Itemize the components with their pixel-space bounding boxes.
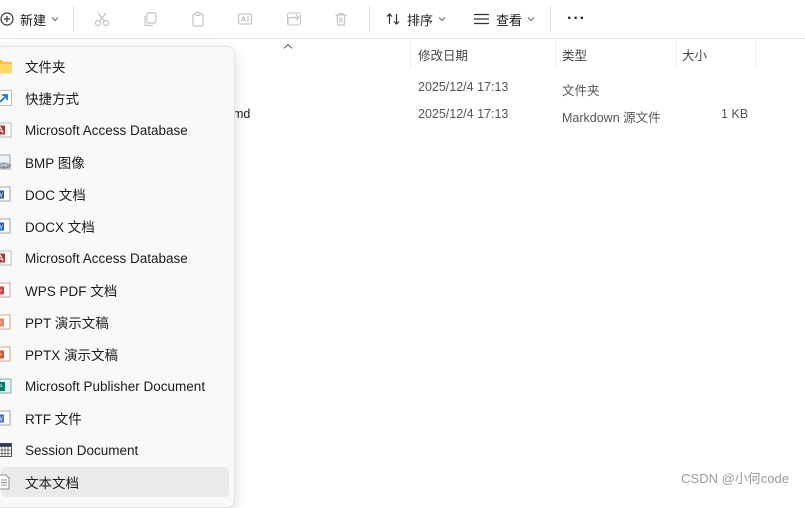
new-button-label: 新建 [20, 12, 47, 28]
menu-item-publisher[interactable]: P Microsoft Publisher Document [0, 371, 229, 401]
row-modified: 2025/12/4 17:13 [418, 107, 509, 121]
access-icon [0, 121, 13, 139]
rename-button[interactable] [237, 0, 253, 38]
column-divider[interactable] [555, 40, 556, 68]
plus-circle-icon [0, 12, 14, 26]
chevron-down-icon [51, 16, 59, 22]
sort-button[interactable]: 排序 [385, 0, 446, 38]
docx-icon: W [0, 217, 13, 235]
column-divider[interactable] [755, 40, 756, 68]
toolbar-divider [550, 6, 551, 32]
share-button[interactable] [286, 0, 302, 38]
chevron-down-icon [438, 16, 446, 22]
view-list-icon [473, 12, 490, 26]
shortcut-icon [0, 89, 13, 107]
column-divider[interactable] [676, 40, 677, 68]
sort-button-label: 排序 [407, 12, 434, 28]
new-item-menu: 文件夹 快捷方式 Microsoft Access Database BMP B… [0, 46, 235, 508]
menu-item-pptx[interactable]: P PPTX 演示文稿 [0, 339, 229, 369]
cut-icon [94, 11, 110, 27]
sort-ascending-icon [283, 38, 293, 53]
rename-icon [237, 11, 253, 27]
toolbar-divider [73, 6, 74, 32]
row-size: 1 KB [721, 107, 749, 121]
paste-icon [190, 11, 206, 27]
publisher-icon: P [0, 377, 13, 395]
menu-item-rtf[interactable]: W RTF 文件 [0, 403, 229, 433]
menu-item-docx[interactable]: W DOCX 文档 [0, 211, 229, 241]
menu-item-ppt[interactable]: P PPT 演示文稿 [0, 307, 229, 337]
row-type: 文件夹 [562, 84, 600, 98]
svg-text:W: W [0, 416, 3, 423]
menu-item-shortcut[interactable]: 快捷方式 [0, 83, 229, 113]
rtf-icon: W [0, 409, 13, 427]
svg-text:W: W [0, 192, 3, 199]
access-icon [0, 249, 13, 267]
trash-icon [333, 11, 349, 27]
svg-text:BMP: BMP [0, 163, 9, 169]
session-icon [0, 441, 13, 459]
menu-item-text-document[interactable]: 文本文档 [0, 467, 229, 497]
menu-item-doc[interactable]: W DOC 文档 [0, 179, 229, 209]
menu-item-folder[interactable]: 文件夹 [0, 51, 229, 81]
menu-item-wps-pdf[interactable]: P WPS PDF 文档 [0, 275, 229, 305]
doc-icon: W [0, 185, 13, 203]
svg-text:W: W [0, 224, 3, 231]
row-name: md [233, 107, 251, 121]
bmp-icon: BMP [0, 153, 13, 171]
paste-button[interactable] [190, 0, 206, 38]
menu-item-bmp-image[interactable]: BMP BMP 图像 [0, 147, 229, 177]
share-icon [286, 11, 302, 27]
view-button[interactable]: 查看 [473, 0, 535, 38]
row-modified: 2025/12/4 17:13 [418, 80, 509, 94]
column-header-type[interactable]: 类型 [562, 40, 587, 68]
new-button[interactable]: 新建 [0, 0, 59, 38]
copy-button[interactable] [142, 0, 158, 38]
text-document-icon [0, 473, 13, 491]
column-header-modified[interactable]: 修改日期 [418, 40, 468, 68]
pptx-icon: P [0, 345, 13, 363]
menu-item-access-database[interactable]: Microsoft Access Database [0, 115, 229, 145]
watermark: CSDN @小何code [681, 471, 789, 486]
copy-icon [142, 11, 158, 27]
more-options-button[interactable]: ··· [567, 0, 586, 38]
chevron-down-icon [527, 16, 535, 22]
menu-item-session-document[interactable]: Session Document [0, 435, 229, 465]
row-type: Markdown 源文件 [562, 111, 661, 125]
sort-icon [385, 11, 401, 27]
command-bar: 新建 排序 查看 ··· [0, 0, 805, 39]
svg-text:P: P [0, 384, 3, 391]
toolbar-divider [369, 6, 370, 32]
view-button-label: 查看 [496, 12, 523, 28]
delete-button[interactable] [333, 0, 349, 38]
folder-icon [0, 57, 13, 75]
more-icon: ··· [567, 10, 586, 27]
column-divider[interactable] [410, 40, 411, 68]
column-header-size[interactable]: 大小 [682, 40, 707, 68]
menu-item-access-database[interactable]: Microsoft Access Database [0, 243, 229, 273]
cut-button[interactable] [94, 0, 110, 38]
ppt-icon: P [0, 313, 13, 331]
pdf-icon: P [0, 281, 13, 299]
